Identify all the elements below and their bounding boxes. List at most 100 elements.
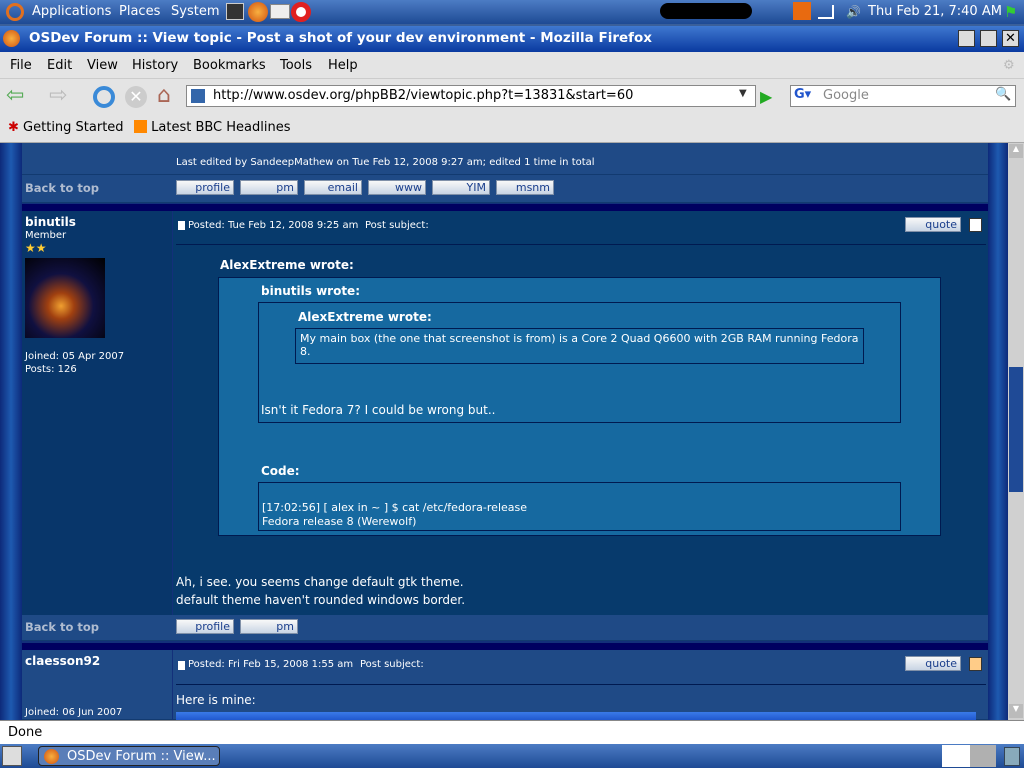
post-subject: Post subject: bbox=[360, 659, 424, 670]
header-divider bbox=[176, 244, 986, 245]
post-separator bbox=[22, 204, 988, 211]
applications-menu[interactable]: Applications bbox=[32, 4, 111, 19]
code-line: [17:02:56] [ alex in ~ ] $ cat /etc/fedo… bbox=[262, 501, 528, 514]
maximize-button[interactable] bbox=[980, 30, 997, 47]
email-button[interactable]: email bbox=[304, 180, 362, 195]
bookmark-bbc-headlines[interactable]: Latest BBC Headlines bbox=[134, 120, 291, 135]
bookmark-label: Getting Started bbox=[23, 120, 124, 135]
post-author[interactable]: binutils bbox=[25, 215, 76, 229]
quote-text: Isn't it Fedora 7? I could be wrong but.… bbox=[261, 403, 496, 417]
clock[interactable]: Thu Feb 21, 7:40 AM bbox=[868, 4, 1002, 19]
quote-text: My main box (the one that screenshot is … bbox=[300, 332, 859, 358]
page-border-right bbox=[988, 143, 1008, 720]
workspace-switcher[interactable] bbox=[942, 745, 996, 767]
quote-author: binutils wrote: bbox=[261, 284, 360, 298]
back-button[interactable]: ⇦ bbox=[6, 85, 24, 107]
throbber-icon: ⚙ bbox=[1003, 58, 1015, 73]
post-text: Ah, i see. you seems change default gtk … bbox=[176, 575, 464, 589]
scroll-down-button[interactable]: ▼ bbox=[1009, 704, 1023, 718]
redacted-area bbox=[660, 3, 752, 19]
go-button[interactable]: ▶ bbox=[760, 87, 772, 106]
vertical-scrollbar[interactable]: ▲ ▼ bbox=[1008, 143, 1024, 720]
bookmark-label: Latest BBC Headlines bbox=[151, 120, 291, 135]
home-button[interactable]: ⌂ bbox=[157, 84, 171, 108]
screenshot-image[interactable] bbox=[176, 712, 976, 720]
header-divider bbox=[176, 684, 986, 685]
post-icon bbox=[178, 661, 185, 670]
show-desktop-button[interactable] bbox=[2, 746, 22, 766]
author-joined: Joined: 06 Jun 2007 bbox=[25, 707, 123, 718]
menu-edit[interactable]: Edit bbox=[47, 58, 72, 73]
search-icon[interactable]: 🔍 bbox=[995, 87, 1011, 102]
post-text: default theme haven't rounded windows bo… bbox=[176, 593, 466, 607]
post-subject: Post subject: bbox=[365, 220, 429, 231]
url-text: http://www.osdev.org/phpBB2/viewtopic.ph… bbox=[213, 88, 634, 103]
back-to-top-row bbox=[22, 615, 988, 641]
firefox-icon[interactable] bbox=[248, 2, 268, 22]
menu-bookmarks[interactable]: Bookmarks bbox=[193, 58, 266, 73]
menu-file[interactable]: File bbox=[10, 58, 32, 73]
menu-tools[interactable]: Tools bbox=[280, 58, 312, 73]
minimize-button[interactable] bbox=[958, 30, 975, 47]
stop-button[interactable]: ✕ bbox=[125, 86, 147, 108]
pm-button[interactable]: pm bbox=[240, 180, 298, 195]
search-input[interactable]: G▾ Google 🔍 bbox=[790, 85, 1016, 107]
back-to-top-link[interactable]: Back to top bbox=[25, 181, 99, 195]
top-panel: Applications Places System 🔊 Thu Feb 21,… bbox=[0, 0, 1024, 24]
close-button[interactable]: ✕ bbox=[1002, 30, 1019, 47]
menu-bar: File Edit View History Bookmarks Tools H… bbox=[0, 52, 1024, 78]
url-bar[interactable]: http://www.osdev.org/phpBB2/viewtopic.ph… bbox=[186, 85, 756, 107]
view-ip-icon[interactable] bbox=[969, 657, 982, 671]
author-posts: Posts: 126 bbox=[25, 364, 77, 375]
bookmark-getting-started[interactable]: ✱ Getting Started bbox=[8, 120, 124, 135]
scroll-up-button[interactable]: ▲ bbox=[1009, 144, 1023, 158]
reload-button[interactable] bbox=[93, 86, 115, 108]
quote-button[interactable]: quote bbox=[905, 217, 961, 232]
volume-icon[interactable]: 🔊 bbox=[846, 5, 861, 19]
quote-author: AlexExtreme wrote: bbox=[220, 258, 354, 272]
quote-button[interactable]: quote bbox=[905, 656, 961, 671]
pm-button[interactable]: pm bbox=[240, 619, 298, 634]
post-icon bbox=[178, 221, 185, 230]
google-icon[interactable]: G▾ bbox=[794, 87, 811, 102]
code-label: Code: bbox=[261, 464, 300, 478]
url-dropdown-icon[interactable]: ▼ bbox=[739, 88, 747, 99]
forward-button[interactable]: ⇨ bbox=[49, 85, 67, 107]
places-menu[interactable]: Places bbox=[119, 4, 160, 19]
taskbar-item-label: OSDev Forum :: View... bbox=[67, 749, 216, 764]
trash-icon[interactable] bbox=[1004, 747, 1020, 766]
bottom-panel: OSDev Forum :: View... bbox=[0, 744, 1024, 768]
profile-button[interactable]: profile bbox=[176, 180, 234, 195]
page-border-left bbox=[0, 143, 22, 720]
view-ip-icon[interactable] bbox=[969, 218, 982, 232]
status-text: Done bbox=[8, 725, 43, 740]
profile-button[interactable]: profile bbox=[176, 619, 234, 634]
post-date: Posted: Tue Feb 12, 2008 9:25 am bbox=[188, 220, 359, 231]
window-titlebar: OSDev Forum :: View topic - Post a shot … bbox=[0, 26, 1024, 52]
logout-icon[interactable]: ⚑ bbox=[1004, 3, 1021, 21]
msnm-button[interactable]: msnm bbox=[496, 180, 554, 195]
terminal-icon[interactable] bbox=[226, 3, 244, 20]
www-button[interactable]: www bbox=[368, 180, 426, 195]
site-icon bbox=[191, 89, 205, 103]
update-icon[interactable] bbox=[793, 2, 811, 20]
back-to-top-link[interactable]: Back to top bbox=[25, 620, 99, 634]
scroll-thumb[interactable] bbox=[1009, 367, 1023, 492]
window-title: OSDev Forum :: View topic - Post a shot … bbox=[29, 30, 652, 46]
yim-button[interactable]: YIM bbox=[432, 180, 490, 195]
menu-history[interactable]: History bbox=[132, 58, 178, 73]
menu-help[interactable]: Help bbox=[328, 58, 358, 73]
menu-view[interactable]: View bbox=[87, 58, 118, 73]
rss-icon bbox=[134, 120, 147, 133]
quote-author: AlexExtreme wrote: bbox=[298, 310, 432, 324]
avatar bbox=[25, 258, 105, 338]
mail-icon[interactable] bbox=[270, 4, 290, 19]
taskbar-item-firefox[interactable]: OSDev Forum :: View... bbox=[38, 746, 220, 766]
status-bar: Done bbox=[0, 720, 1024, 744]
post-author[interactable]: claesson92 bbox=[25, 654, 100, 668]
system-menu[interactable]: System bbox=[171, 4, 219, 19]
bookmarks-toolbar: ✱ Getting Started Latest BBC Headlines bbox=[0, 114, 1024, 143]
network-icon[interactable] bbox=[818, 5, 834, 19]
ubuntu-logo-icon[interactable] bbox=[6, 3, 24, 21]
help-icon[interactable] bbox=[291, 2, 311, 22]
